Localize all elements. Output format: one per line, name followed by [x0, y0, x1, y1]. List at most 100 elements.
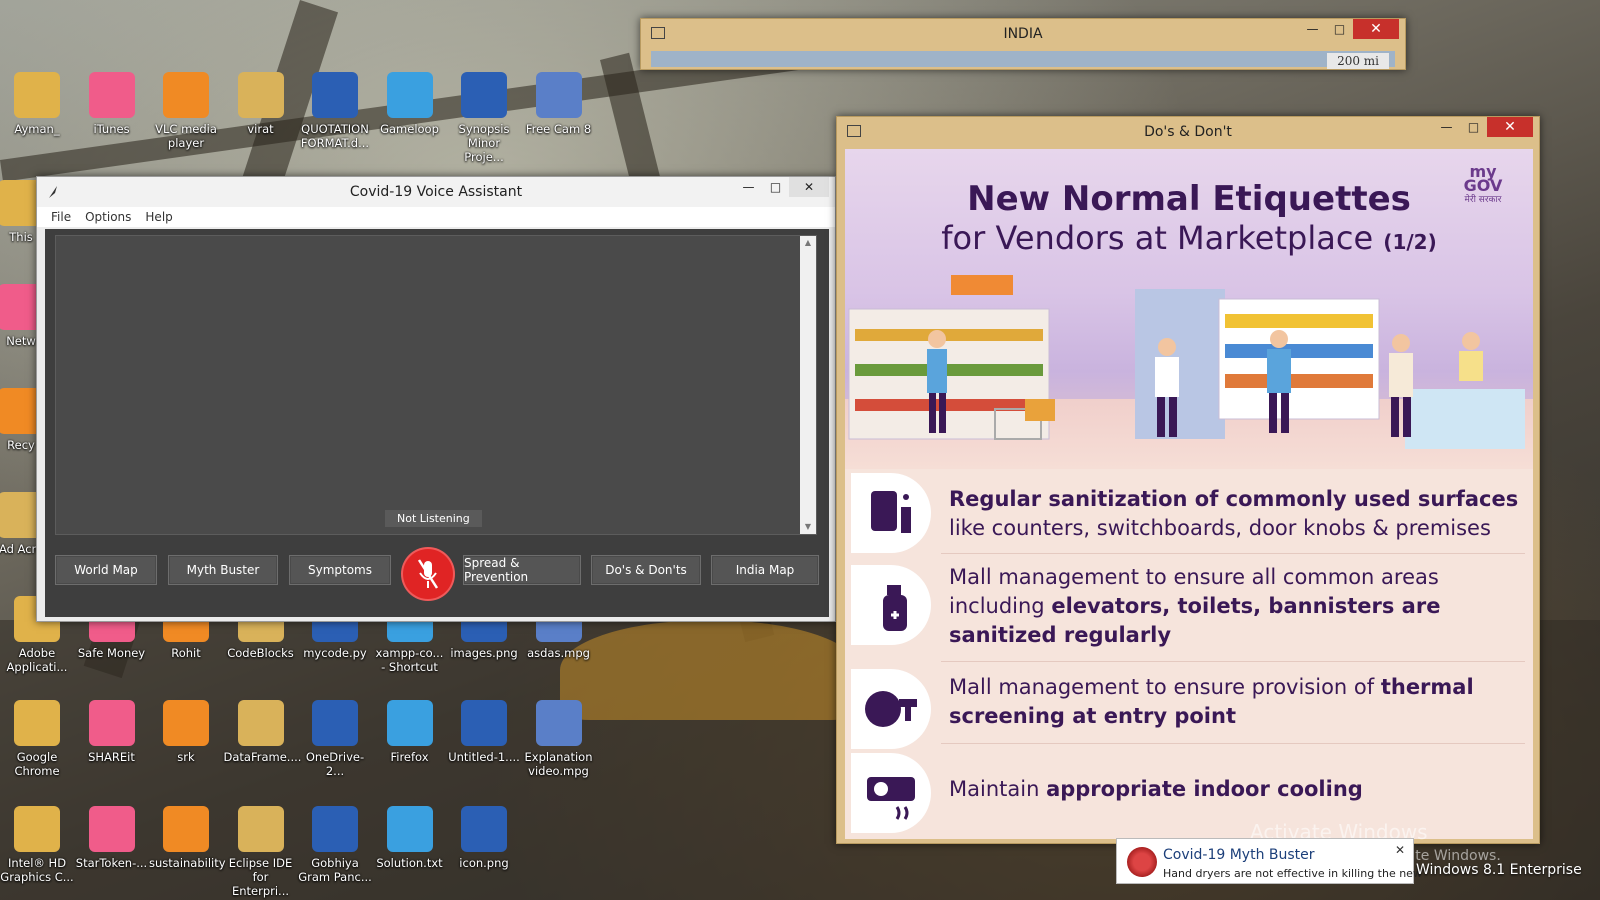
india-map-window[interactable]: INDIA — □ ✕ 200 mi [640, 18, 1406, 70]
desktop-icon[interactable]: Google Chrome [0, 700, 74, 778]
desktop-icon-label: asdas.mpg [527, 646, 590, 660]
minimize-icon[interactable]: — [735, 177, 762, 197]
app-icon [312, 72, 358, 118]
scroll-up-icon[interactable]: ▲ [800, 236, 816, 250]
desktop-icon-label: Rohit [171, 646, 201, 660]
myth-buster-notification[interactable]: Covid-19 Myth Buster Hand dryers are not… [1116, 838, 1422, 884]
virus-icon [1127, 847, 1157, 877]
spray-bottle-icon [851, 565, 931, 645]
app-icon [88, 700, 135, 746]
spread-prevention-button[interactable]: Spread & Prevention [463, 555, 581, 585]
desktop-icon-label: DataFrame.... [223, 750, 302, 764]
feather-icon [47, 185, 61, 198]
thermal-screening-icon [851, 669, 931, 749]
desktop-icon[interactable]: Free Cam 8 [522, 72, 596, 136]
desktop-icon[interactable]: Explanation video.mpg [522, 700, 596, 778]
app-icon [14, 72, 60, 118]
scroll-down-icon[interactable]: ▼ [800, 520, 816, 534]
myth-buster-button[interactable]: Myth Buster [168, 555, 278, 585]
minimize-icon[interactable]: — [1299, 19, 1326, 39]
desktop-icon[interactable]: DataFrame.... [223, 700, 302, 764]
world-map-button[interactable]: World Map [55, 555, 157, 585]
desktop-icon-label: Adobe Applicati... [6, 646, 68, 674]
minimize-icon[interactable]: — [1433, 117, 1460, 137]
desktop-icon-label: Explanation video.mpg [524, 750, 593, 778]
desktop-icon[interactable]: SHAREit [75, 700, 149, 764]
desktop-icon-label: Synopsis Minor Proje... [458, 122, 510, 164]
poster-subheading: for Vendors at Marketplace (1/2) [941, 219, 1437, 257]
desktop-icon-label: Google Chrome [14, 750, 60, 778]
desktop-icon-label: Solution.txt [376, 856, 443, 870]
menu-file[interactable]: File [51, 210, 71, 224]
desktop-icon-label: CodeBlocks [227, 646, 294, 660]
desktop-icon-label: Free Cam 8 [525, 122, 592, 136]
app-icon [535, 72, 582, 118]
desktop-icon[interactable]: Eclipse IDE for Enterpri... [224, 806, 298, 898]
divider [941, 553, 1525, 554]
tip-common-areas: Mall management to ensure all common are… [949, 565, 1441, 647]
desktop-icon[interactable]: OneDrive-2... [298, 700, 372, 778]
shop-shelves-illustration [848, 275, 1525, 449]
desktop-icon[interactable]: StarToken-... [75, 806, 149, 870]
menu-help[interactable]: Help [145, 210, 172, 224]
desktop-icon[interactable]: Gobhiya Gram Panc... [298, 806, 372, 884]
etiquette-poster: New Normal Etiquettes for Vendors at Mar… [845, 149, 1533, 839]
desktop-icon-label: QUOTATION FORMAT.d... [300, 122, 370, 150]
voice-assistant-window[interactable]: Covid-19 Voice Assistant — □ ✕ File Opti… [36, 176, 836, 622]
india-window-titlebar[interactable]: INDIA — □ ✕ [641, 19, 1405, 49]
desktop-icon-label: VLC media player [155, 122, 217, 150]
app-icon [88, 806, 135, 852]
desktop-icon[interactable]: Gameloop [373, 72, 447, 136]
dos-window-title: Do's & Don't [1144, 124, 1232, 140]
mygov-logo: my GOV मेरी सरकार [1463, 162, 1503, 206]
dos-donts-button[interactable]: Do's & Don'ts [591, 555, 701, 585]
india-window-title: INDIA [1003, 26, 1043, 42]
close-icon[interactable]: ✕ [1353, 19, 1399, 39]
dos-window-titlebar[interactable]: Do's & Don't — □ ✕ [837, 117, 1539, 147]
app-icon [237, 806, 284, 852]
desktop-icon[interactable]: Firefox [373, 700, 447, 764]
air-conditioner-icon [851, 753, 931, 833]
desktop-icon[interactable]: VLC media player [149, 72, 223, 150]
microphone-button[interactable] [403, 549, 453, 599]
sanitize-icon [851, 473, 931, 553]
divider [941, 743, 1525, 744]
app-icon [14, 806, 60, 852]
menu-options[interactable]: Options [85, 210, 131, 224]
voice-assistant-titlebar[interactable]: Covid-19 Voice Assistant — □ ✕ [37, 177, 835, 207]
desktop-icon[interactable]: QUOTATION FORMAT.d... [298, 72, 372, 150]
desktop-icon[interactable]: srk [149, 700, 223, 764]
window-icon [651, 27, 665, 39]
desktop-icon-label: Untitled-1.... [448, 750, 520, 764]
app-icon [535, 700, 582, 746]
desktop-icon-label: icon.png [459, 856, 509, 870]
desktop-icon[interactable]: Synopsis Minor Proje... [447, 72, 521, 164]
tip-sanitization: Regular sanitization of commonly used su… [949, 487, 1519, 540]
desktop-icon[interactable]: Untitled-1.... [447, 700, 521, 764]
desktop-icon[interactable]: Intel® HD Graphics C... [0, 806, 74, 884]
desktop-icon[interactable]: virat [224, 72, 298, 136]
desktop-icon-label: Safe Money [77, 646, 146, 660]
poster-heading: New Normal Etiquettes [967, 179, 1411, 219]
maximize-icon[interactable]: □ [762, 177, 789, 197]
conversation-textbox[interactable]: ▲ ▼ [55, 235, 817, 535]
desktop-icon[interactable]: Ayman_ [0, 72, 74, 136]
notification-close-icon[interactable]: ✕ [1395, 843, 1405, 857]
tip-thermal-screening: Mall management to ensure provision of t… [949, 675, 1474, 728]
desktop-icon-label: srk [177, 750, 195, 764]
maximize-icon[interactable]: □ [1460, 117, 1487, 137]
dos-donts-window[interactable]: Do's & Don't — □ ✕ New Normal Etiquettes… [836, 116, 1540, 844]
maximize-icon[interactable]: □ [1326, 19, 1353, 39]
desktop-icon[interactable]: iTunes [75, 72, 149, 136]
close-icon[interactable]: ✕ [1487, 117, 1533, 137]
close-icon[interactable]: ✕ [789, 177, 829, 197]
desktop-icon[interactable]: Solution.txt [373, 806, 447, 870]
vertical-scrollbar[interactable]: ▲ ▼ [800, 236, 816, 534]
desktop-icon[interactable]: icon.png [447, 806, 521, 870]
desktop-icon[interactable]: sustainability [149, 806, 226, 870]
tip-indoor-cooling: Maintain appropriate indoor cooling [949, 777, 1363, 801]
india-map-button[interactable]: India Map [711, 555, 819, 585]
listening-status: Not Listening [385, 510, 482, 527]
app-icon [461, 700, 507, 746]
symptoms-button[interactable]: Symptoms [289, 555, 391, 585]
